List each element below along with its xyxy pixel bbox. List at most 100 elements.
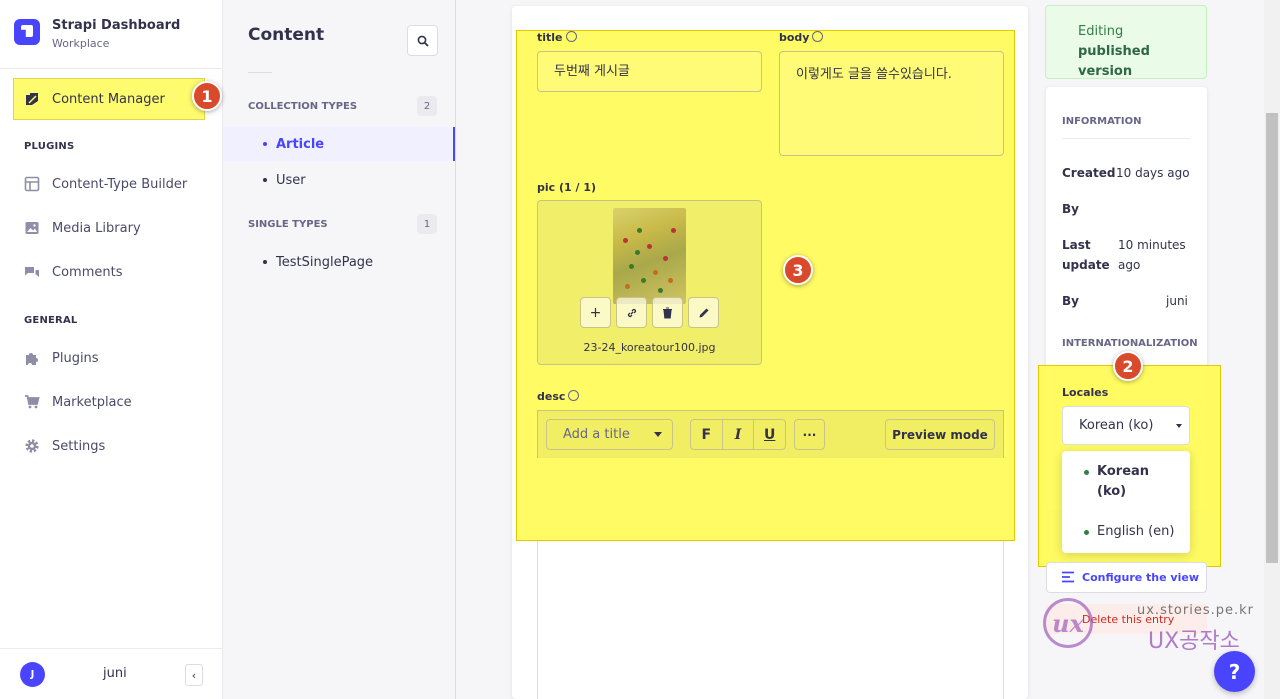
preview-mode-button[interactable]: Preview mode <box>885 419 995 450</box>
chevron-down-icon <box>654 432 662 437</box>
desc-editor-area[interactable] <box>537 541 1004 699</box>
locales-label: Locales <box>1062 386 1109 399</box>
gear-icon <box>25 439 39 453</box>
desc-field-label: desc <box>537 390 580 403</box>
subnav-item-label: User <box>276 172 306 188</box>
updated-by-value: juni <box>1166 294 1188 308</box>
created-label: Created <box>1062 166 1116 180</box>
help-button[interactable]: ? <box>1214 651 1255 692</box>
watermark-name: UX공작소 <box>1148 629 1240 654</box>
nav-item-content-manager[interactable]: Content Manager <box>0 81 222 117</box>
delete-media-button[interactable] <box>652 297 683 328</box>
puzzle-icon <box>26 353 38 365</box>
status-text: Editing published version <box>1078 22 1198 82</box>
user-name: juni <box>103 666 127 681</box>
add-media-button[interactable]: + <box>580 297 611 328</box>
watermark-logo: ux <box>1043 598 1093 648</box>
nav-item-content-type-builder[interactable]: Content-Type Builder <box>0 166 222 202</box>
locale-option-label: Korean (ko) <box>1097 464 1150 499</box>
subnav-item-testsinglepage[interactable]: TestSinglePage <box>223 245 455 279</box>
content-subnav: Content COLLECTION TYPES 2 Article User … <box>223 0 456 699</box>
heading-select-value: Add a title <box>563 427 630 442</box>
section-collection-types: COLLECTION TYPES <box>248 101 358 112</box>
locale-option-label: English (en) <box>1097 524 1175 539</box>
copy-link-button[interactable] <box>616 297 647 328</box>
nav-label: Content-Type Builder <box>52 176 188 192</box>
annotation-marker-1: 1 <box>192 81 222 111</box>
annotation-marker-3: 3 <box>783 255 813 285</box>
body-textarea[interactable]: 이렇게도 글을 쓸수있습니다. <box>779 51 1004 156</box>
nav-label: Marketplace <box>52 394 132 410</box>
pencil-icon <box>699 308 708 317</box>
internationalization-heading: INTERNATIONALIZATION <box>1062 338 1198 349</box>
created-value: 10 days ago <box>1116 166 1190 180</box>
chat-icon <box>25 267 39 277</box>
subnav-item-label: TestSinglePage <box>276 254 374 270</box>
media-thumbnail <box>613 208 686 304</box>
italic-button[interactable]: I <box>723 420 755 449</box>
single-count-badge: 1 <box>417 214 437 234</box>
main-navigation: Strapi Dashboard Workplace Content Manag… <box>0 0 223 699</box>
nav-item-settings[interactable]: Settings <box>0 428 222 464</box>
subnav-title: Content <box>248 25 325 45</box>
published-dot-icon <box>1084 470 1089 475</box>
subnav-item-user[interactable]: User <box>223 163 455 197</box>
trash-icon <box>663 307 672 318</box>
nav-section-plugins: PLUGINS <box>24 141 75 152</box>
locale-option-korean[interactable]: Korean (ko) <box>1062 462 1190 504</box>
scrollbar-thumb[interactable] <box>1266 113 1278 563</box>
updated-by-label: By <box>1062 294 1079 308</box>
annotation-marker-2: 2 <box>1113 351 1143 381</box>
status-prefix: Editing <box>1078 24 1124 39</box>
plus-icon: + <box>589 304 602 321</box>
globe-icon <box>812 31 824 42</box>
status-strong: published version <box>1078 44 1150 79</box>
globe-icon <box>565 31 577 42</box>
pic-field-label: pic (1 / 1) <box>537 181 597 194</box>
heading-select[interactable]: Add a title <box>546 419 673 450</box>
divider <box>248 72 272 73</box>
published-dot-icon <box>1084 530 1089 535</box>
image-icon <box>25 222 39 234</box>
search-button[interactable] <box>407 25 438 56</box>
nav-item-plugins[interactable]: Plugins <box>0 340 222 376</box>
list-icon <box>1062 571 1074 583</box>
nav-item-comments[interactable]: Comments <box>0 254 222 290</box>
media-filename: 23-24_koreatour100.jpg <box>583 341 716 354</box>
link-icon <box>627 308 636 317</box>
section-single-types: SINGLE TYPES <box>248 219 328 230</box>
edit-media-button[interactable] <box>688 297 719 328</box>
divider <box>1062 138 1190 139</box>
locale-select[interactable]: Korean (ko) <box>1062 406 1190 445</box>
bullet-icon <box>263 178 267 182</box>
strapi-logo-icon <box>14 19 40 45</box>
last-update-label: Last update <box>1062 238 1110 272</box>
bold-button[interactable]: F <box>691 420 723 449</box>
subnav-item-label: Article <box>276 136 325 152</box>
title-input[interactable]: 두번째 게시글 <box>537 51 762 92</box>
collection-count-badge: 2 <box>417 96 437 116</box>
title-field-label: title <box>537 31 577 44</box>
avatar[interactable]: J <box>20 662 45 687</box>
bullet-icon <box>263 142 267 146</box>
format-button-group: F I U <box>690 419 786 450</box>
cart-icon <box>25 395 40 409</box>
underline-button[interactable]: U <box>754 420 785 449</box>
nav-label: Settings <box>52 438 106 454</box>
subnav-item-article[interactable]: Article <box>223 127 455 161</box>
brand-title: Strapi Dashboard <box>52 18 181 33</box>
nav-item-media-library[interactable]: Media Library <box>0 210 222 246</box>
brand-subtitle: Workplace <box>52 37 110 50</box>
nav-label: Media Library <box>52 220 141 236</box>
created-by-label: By <box>1062 202 1079 216</box>
more-button[interactable]: ··· <box>794 419 825 450</box>
bullet-icon <box>263 260 267 264</box>
nav-section-general: GENERAL <box>24 315 78 326</box>
brand-header: Strapi Dashboard Workplace <box>0 0 223 69</box>
nav-item-marketplace[interactable]: Marketplace <box>0 384 222 420</box>
body-field-label: body <box>779 31 824 44</box>
layout-icon <box>24 176 40 192</box>
collapse-nav-button[interactable]: ‹ <box>185 664 203 686</box>
information-heading: INFORMATION <box>1062 116 1142 127</box>
nav-label-content-manager: Content Manager <box>52 91 165 107</box>
